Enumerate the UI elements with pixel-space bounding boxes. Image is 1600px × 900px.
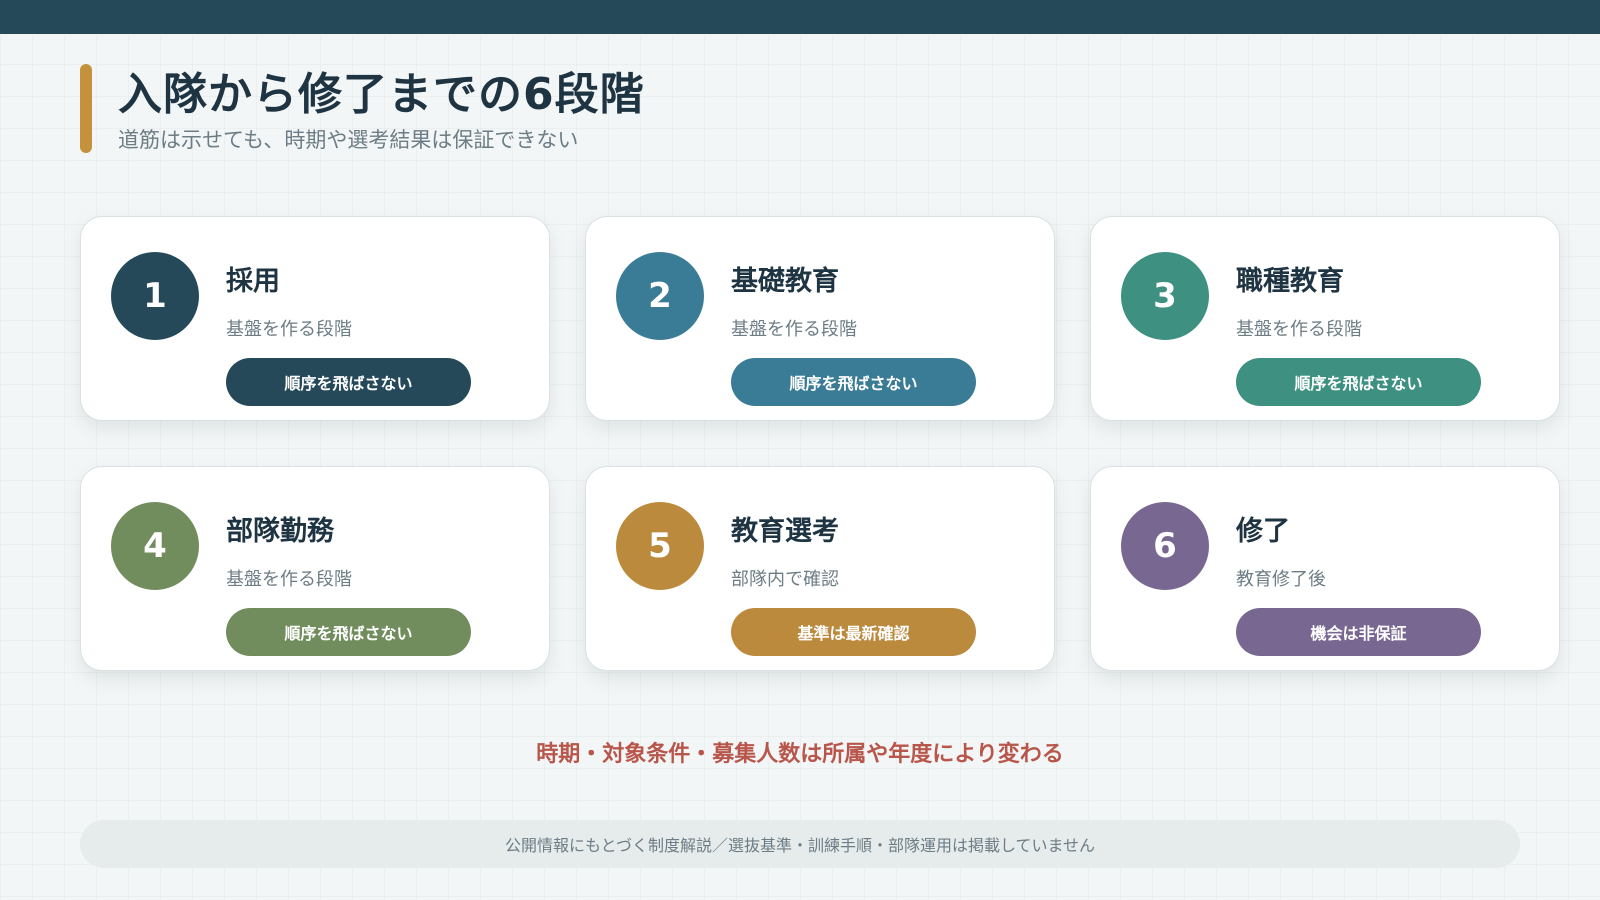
page-subtitle: 道筋は示せても、時期や選考結果は保証できない <box>118 128 579 152</box>
stage-note-pill: 順序を飛ばさない <box>226 358 471 406</box>
stage-number-badge: 3 <box>1121 252 1209 340</box>
stage-title: 職種教育 <box>1236 266 1344 297</box>
top-bar <box>0 0 1600 34</box>
stage-description: 基盤を作る段階 <box>731 319 857 340</box>
stage-description: 基盤を作る段階 <box>1236 319 1362 340</box>
footnote-disclaimer: 公開情報にもとづく制度解説／選抜基準・訓練手順・部隊運用は掲載していません <box>80 820 1520 868</box>
stage-note-pill: 順序を飛ばさない <box>1236 358 1481 406</box>
stage-title: 教育選考 <box>731 516 839 547</box>
stage-note-pill: 順序を飛ばさない <box>731 358 976 406</box>
stage-title: 採用 <box>226 266 280 297</box>
stage-note-pill: 基準は最新確認 <box>731 608 976 656</box>
stage-card-5: 5 教育選考 部隊内で確認 基準は最新確認 <box>585 466 1055 671</box>
stage-number-badge: 6 <box>1121 502 1209 590</box>
stage-card-6: 6 修了 教育修了後 機会は非保証 <box>1090 466 1560 671</box>
stage-note-pill: 機会は非保証 <box>1236 608 1481 656</box>
page-title: 入隊から修了までの6段階 <box>118 69 645 120</box>
stage-number-badge: 4 <box>111 502 199 590</box>
stage-description: 部隊内で確認 <box>731 569 839 590</box>
title-accent-bar <box>80 64 92 153</box>
stage-card-2: 2 基礎教育 基盤を作る段階 順序を飛ばさない <box>585 216 1055 421</box>
stage-card-1: 1 採用 基盤を作る段階 順序を飛ばさない <box>80 216 550 421</box>
stage-description: 基盤を作る段階 <box>226 319 352 340</box>
variability-warning: 時期・対象条件・募集人数は所属や年度により変わる <box>536 742 1064 767</box>
stage-description: 教育修了後 <box>1236 569 1326 590</box>
stage-number-badge: 2 <box>616 252 704 340</box>
stage-number-badge: 5 <box>616 502 704 590</box>
stage-title: 部隊勤務 <box>226 516 334 547</box>
stage-card-4: 4 部隊勤務 基盤を作る段階 順序を飛ばさない <box>80 466 550 671</box>
stage-description: 基盤を作る段階 <box>226 569 352 590</box>
stage-title: 修了 <box>1236 516 1290 547</box>
stage-number-badge: 1 <box>111 252 199 340</box>
stage-card-3: 3 職種教育 基盤を作る段階 順序を飛ばさない <box>1090 216 1560 421</box>
stage-note-pill: 順序を飛ばさない <box>226 608 471 656</box>
stage-title: 基礎教育 <box>731 266 839 297</box>
